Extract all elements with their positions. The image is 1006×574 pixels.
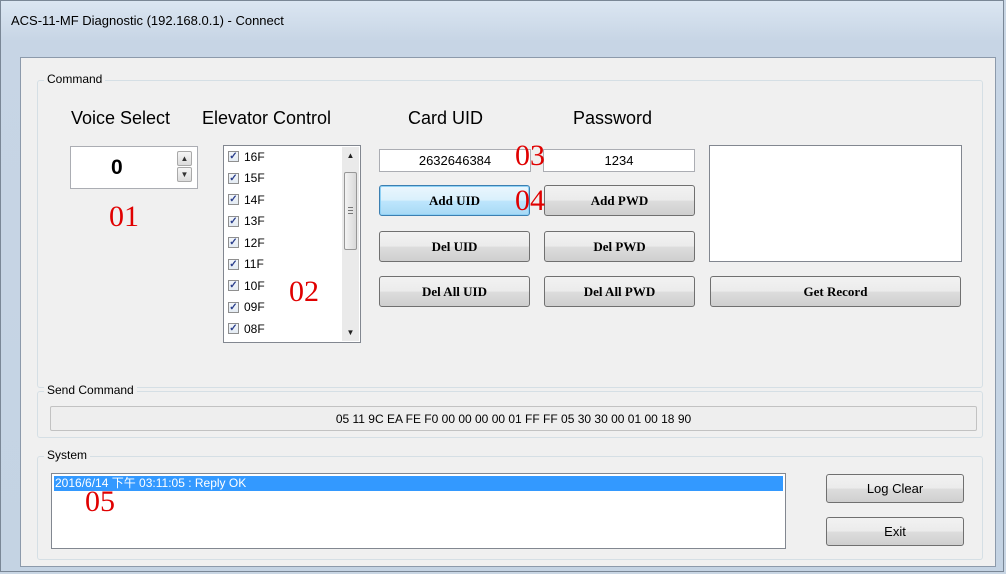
title-bar[interactable]: ACS-11-MF Diagnostic (192.168.0.1) - Con… — [1, 1, 1005, 39]
command-group: Command Voice Select Elevator Control Ca… — [37, 72, 983, 388]
floor-item[interactable]: ✓ 14F — [228, 192, 265, 207]
send-command-field[interactable]: 05 11 9C EA FE F0 00 00 00 00 01 FF FF 0… — [50, 406, 977, 431]
floor-label: 09F — [244, 300, 265, 314]
voice-select-label: Voice Select — [71, 108, 171, 128]
annotation-04: 04 — [515, 184, 545, 217]
system-log-list[interactable]: 2016/6/14 下午 03:11:05 : Reply OK — [51, 473, 786, 549]
client-area: Command Voice Select Elevator Control Ca… — [20, 57, 996, 567]
floor-item[interactable]: ✓ 11F — [228, 257, 264, 272]
stepper-up-button[interactable]: ▲ — [177, 151, 192, 166]
floor-item[interactable]: ✓ 13F — [228, 214, 265, 229]
log-clear-button[interactable]: Log Clear — [826, 474, 964, 503]
send-command-group: Send Command 05 11 9C EA FE F0 00 00 00 … — [37, 383, 983, 438]
thumb-grip-line — [348, 210, 353, 211]
floor-item[interactable]: ✓ 15F — [228, 171, 265, 186]
get-record-button[interactable]: Get Record — [710, 276, 961, 307]
chevron-up-icon: ▲ — [180, 154, 189, 163]
floor-label: 10F — [244, 278, 265, 293]
floor-list-scrollbar[interactable]: ▲ ▼ — [342, 147, 359, 341]
card-uid-field[interactable]: 2632646384 — [379, 149, 531, 172]
annotation-03: 03 — [515, 139, 545, 172]
annotation-05: 05 — [85, 485, 115, 518]
floor-checkbox[interactable]: ✓ — [228, 194, 239, 205]
record-textbox[interactable] — [709, 145, 962, 262]
add-pwd-button[interactable]: Add PWD — [544, 185, 695, 216]
del-all-uid-button[interactable]: Del All UID — [379, 276, 530, 307]
elevator-control-label: Elevator Control — [202, 108, 332, 128]
stepper-down-button[interactable]: ▼ — [177, 167, 192, 182]
floor-checkbox[interactable]: ✓ — [228, 215, 239, 227]
floor-checkbox[interactable]: ✓ — [228, 172, 239, 184]
elevator-floor-list[interactable]: ✓ 16F ✓ 15F ✓ 14F ✓ 13F ✓ 12F ✓ 11F ✓ 10F ✓ 09F ✓ 08F ▲ ▼ — [223, 145, 361, 343]
floor-item[interactable]: ✓ 12F — [228, 235, 265, 250]
floor-label: 16F — [244, 149, 265, 164]
app-window: ACS-11-MF Diagnostic (192.168.0.1) - Con… — [0, 0, 1004, 572]
system-label: System — [44, 448, 91, 462]
floor-checkbox[interactable]: ✓ — [228, 151, 239, 162]
floor-label: 14F — [244, 192, 265, 207]
floor-item[interactable]: ✓ 10F — [228, 278, 265, 293]
del-uid-button[interactable]: Del UID — [379, 231, 530, 262]
command-group-label: Command — [44, 72, 106, 86]
log-entry[interactable]: 2016/6/14 下午 03:11:05 : Reply OK — [54, 476, 783, 491]
send-command-label: Send Command — [44, 383, 137, 397]
del-pwd-button[interactable]: Del PWD — [544, 231, 695, 262]
scroll-up-icon[interactable]: ▲ — [342, 147, 359, 164]
card-uid-label: Card UID — [408, 108, 484, 128]
add-uid-button[interactable]: Add UID — [379, 185, 530, 216]
thumb-grip-line — [348, 213, 353, 214]
floor-checkbox[interactable]: ✓ — [228, 323, 239, 334]
floor-item[interactable]: ✓ 16F — [228, 149, 265, 164]
password-label: Password — [573, 108, 653, 128]
password-field[interactable]: 1234 — [543, 149, 695, 172]
floor-item[interactable]: ✓ 08F — [228, 321, 265, 336]
window-title: ACS-11-MF Diagnostic (192.168.0.1) - Con… — [11, 13, 284, 28]
floor-checkbox[interactable]: ✓ — [228, 301, 239, 313]
annotation-02: 02 — [289, 275, 319, 308]
exit-button[interactable]: Exit — [826, 517, 964, 546]
floor-label: 12F — [244, 235, 265, 250]
floor-checkbox[interactable]: ✓ — [228, 237, 239, 248]
thumb-grip-line — [348, 207, 353, 208]
annotation-01: 01 — [109, 200, 139, 233]
floor-checkbox[interactable]: ✓ — [228, 280, 239, 291]
system-group: System 2016/6/14 下午 03:11:05 : Reply OK … — [37, 448, 983, 560]
floor-label: 13F — [244, 214, 265, 228]
scroll-down-icon[interactable]: ▼ — [342, 324, 359, 341]
floor-checkbox[interactable]: ✓ — [228, 258, 239, 270]
scroll-thumb[interactable] — [344, 172, 357, 250]
voice-select-value: 0 — [111, 156, 123, 179]
floor-label: 15F — [244, 171, 265, 185]
voice-select-stepper[interactable]: 0 ▲ ▼ — [70, 146, 198, 189]
floor-label: 11F — [244, 257, 264, 271]
floor-item[interactable]: ✓ 09F — [228, 300, 265, 315]
chevron-down-icon: ▼ — [180, 170, 189, 179]
del-all-pwd-button[interactable]: Del All PWD — [544, 276, 695, 307]
floor-label: 08F — [244, 321, 265, 336]
